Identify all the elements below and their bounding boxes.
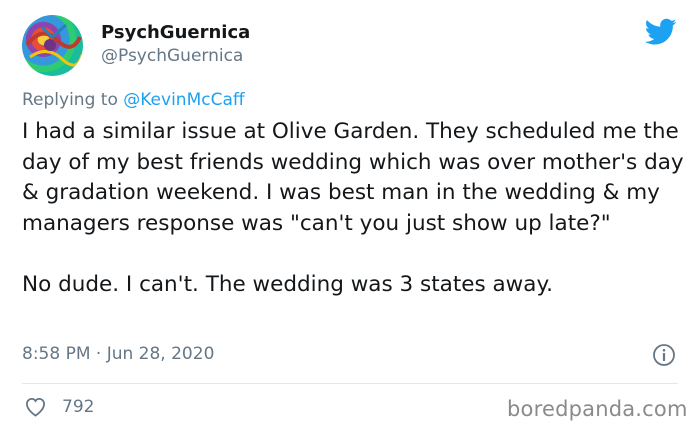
author-handle[interactable]: @PsychGuernica (101, 46, 243, 66)
tweet-text: I had a similar issue at Olive Garden. T… (22, 119, 684, 297)
reply-mention-link[interactable]: @KevinMcCaff (123, 90, 244, 110)
watermark: boredpanda.com (507, 397, 688, 421)
twitter-bird-icon[interactable] (645, 18, 677, 46)
author-display-name[interactable]: PsychGuernica (101, 22, 250, 43)
info-icon[interactable] (652, 343, 676, 367)
replying-to: Replying to @KevinMcCaff (22, 90, 245, 110)
tweet-timestamp[interactable]: 8:58 PM · Jun 28, 2020 (22, 344, 214, 364)
avatar[interactable] (22, 15, 83, 76)
heart-icon[interactable] (24, 396, 47, 417)
replying-to-label: Replying to (22, 90, 118, 110)
like-count: 792 (62, 397, 95, 417)
divider (22, 383, 678, 384)
